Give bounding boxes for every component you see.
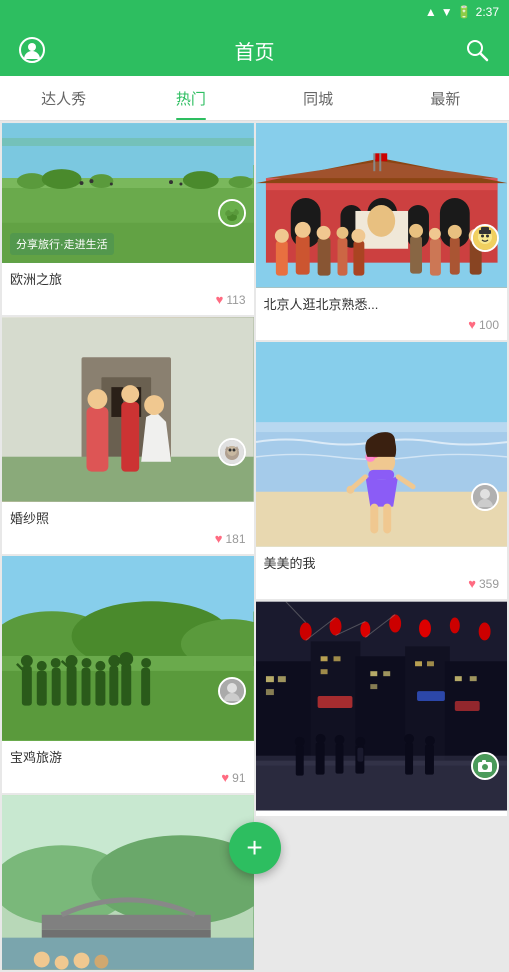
heart-icon: ♥ xyxy=(468,576,476,591)
card-footer: 宝鸡旅游 ♥ 91 xyxy=(2,741,254,793)
tab-hot[interactable]: 热门 xyxy=(127,76,254,120)
card-footer: 欧洲之旅 ♥ 113 xyxy=(2,263,254,315)
heart-icon: ♥ xyxy=(221,770,229,785)
card-likes: ♥ 113 xyxy=(216,292,246,307)
card-avatar xyxy=(218,677,246,705)
left-column: 分享旅行·走进生活 欧洲之旅 xyxy=(2,123,254,970)
add-fab-button[interactable]: + xyxy=(229,822,281,874)
heart-icon: ♥ xyxy=(216,292,224,307)
card-avatar xyxy=(471,483,499,511)
card-beijing[interactable]: 北京人逛北京熟悉... ♥ 100 xyxy=(256,123,508,340)
card-wedding[interactable]: 婚纱照 ♥ 181 xyxy=(2,317,254,554)
header: 首页 xyxy=(0,24,509,76)
battery-icon: 🔋 xyxy=(457,5,472,19)
heart-icon: ♥ xyxy=(468,317,476,332)
signal-icon: ▲ xyxy=(425,5,437,19)
card-meta: ♥ 181 xyxy=(10,531,246,546)
card-footer: 美美的我 ♥ 359 xyxy=(256,547,508,599)
card-title: 欧洲之旅 xyxy=(10,269,246,288)
right-column: 北京人逛北京熟悉... ♥ 100 xyxy=(256,123,508,970)
card-likes: ♥ 100 xyxy=(468,317,499,332)
card-image xyxy=(256,123,508,288)
status-icons: ▲ ▼ 🔋 2:37 xyxy=(425,5,499,19)
card-overlay-text: 分享旅行·走进生活 xyxy=(10,233,114,255)
card-meta: ♥ 91 xyxy=(10,770,246,785)
card-avatar xyxy=(471,224,499,252)
time-display: 2:37 xyxy=(476,5,499,19)
card-likes: ♥ 181 xyxy=(215,531,246,546)
card-image: 分享旅行·走进生活 xyxy=(2,123,254,263)
card-europe-trip[interactable]: 分享旅行·走进生活 欧洲之旅 xyxy=(2,123,254,315)
page-title: 首页 xyxy=(48,36,461,65)
tab-local[interactable]: 同城 xyxy=(255,76,382,120)
search-icon[interactable] xyxy=(461,34,493,66)
card-image xyxy=(2,556,254,741)
card-beautiful-me[interactable]: 美美的我 ♥ 359 xyxy=(256,342,508,599)
card-baoji-travel[interactable]: 宝鸡旅游 ♥ 91 xyxy=(2,556,254,793)
card-footer: 北京人逛北京熟悉... ♥ 100 xyxy=(256,288,508,340)
profile-icon[interactable] xyxy=(16,34,48,66)
heart-icon: ♥ xyxy=(215,531,223,546)
card-title: 婚纱照 xyxy=(10,508,246,527)
tab-talent[interactable]: 达人秀 xyxy=(0,76,127,120)
card-title: 宝鸡旅游 xyxy=(10,747,246,766)
tab-latest[interactable]: 最新 xyxy=(382,76,509,120)
wifi-icon: ▼ xyxy=(441,5,453,19)
card-avatar xyxy=(471,752,499,780)
card-image xyxy=(256,601,508,816)
card-image xyxy=(2,795,254,970)
card-avatar xyxy=(218,199,246,227)
card-image xyxy=(2,317,254,502)
card-green-scenery[interactable] xyxy=(2,795,254,970)
status-bar: ▲ ▼ 🔋 2:37 xyxy=(0,0,509,24)
card-meta: ♥ 100 xyxy=(264,317,500,332)
tab-bar: 达人秀 热门 同城 最新 xyxy=(0,76,509,121)
card-meta: ♥ 359 xyxy=(264,576,500,591)
card-title: 北京人逛北京熟悉... xyxy=(264,294,500,313)
card-image xyxy=(256,342,508,547)
card-likes: ♥ 91 xyxy=(221,770,245,785)
card-night-street[interactable] xyxy=(256,601,508,816)
card-avatar xyxy=(218,438,246,466)
card-footer: 婚纱照 ♥ 181 xyxy=(2,502,254,554)
card-meta: ♥ 113 xyxy=(10,292,246,307)
card-title: 美美的我 xyxy=(264,553,500,572)
card-likes: ♥ 359 xyxy=(468,576,499,591)
